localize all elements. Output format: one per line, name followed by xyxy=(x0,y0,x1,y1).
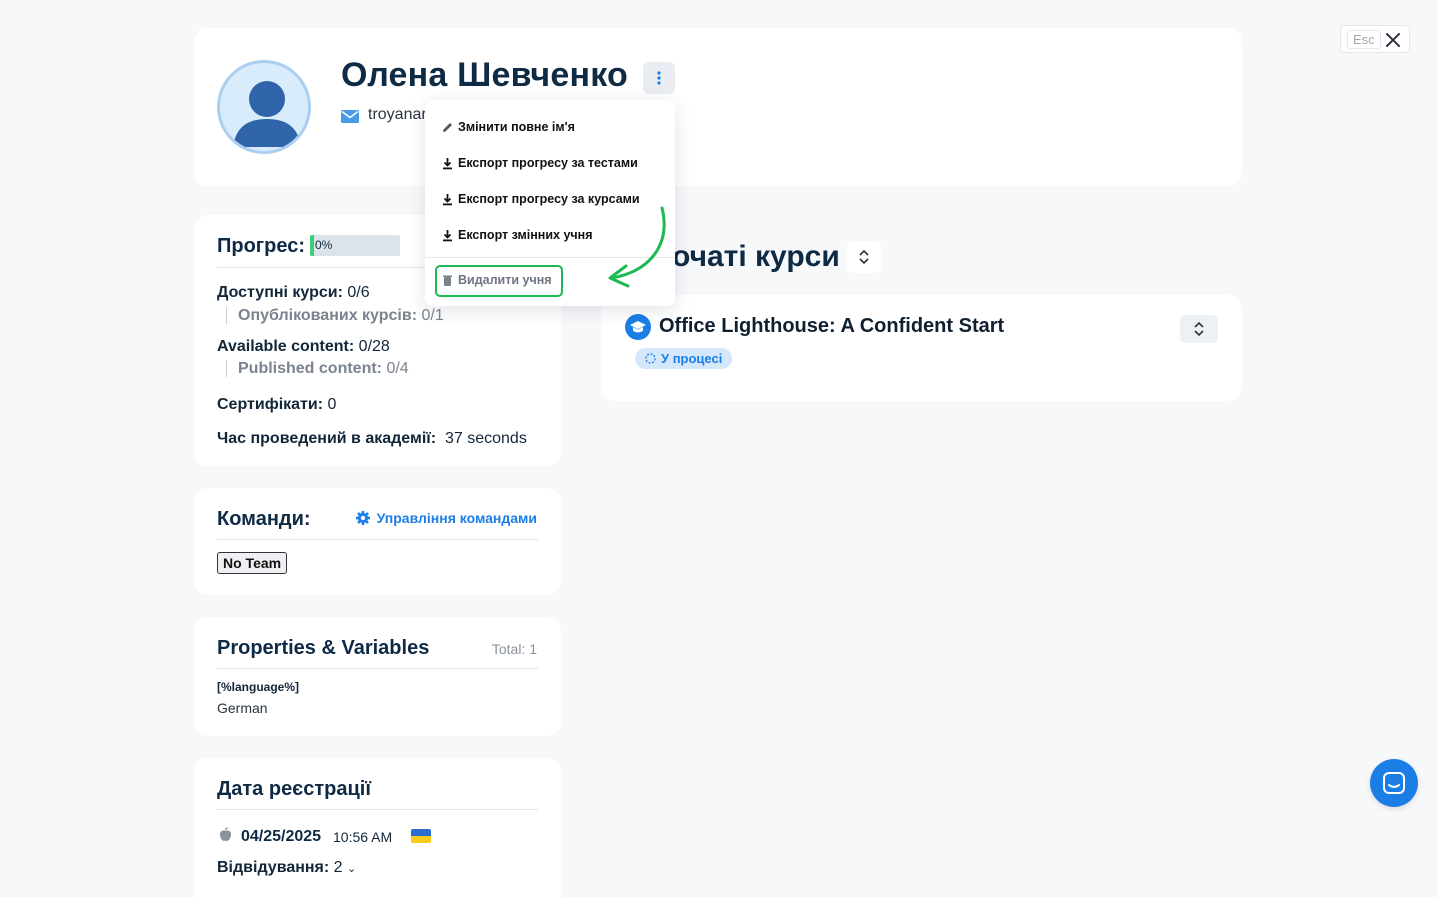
team-badge: No Team xyxy=(217,552,288,574)
close-icon[interactable] xyxy=(1383,30,1403,50)
property-value: German xyxy=(217,700,268,716)
mail-icon xyxy=(341,110,359,123)
ukraine-flag-icon xyxy=(411,829,431,843)
trash-icon xyxy=(443,275,452,286)
chevron-down-icon: ⌄ xyxy=(347,863,357,875)
apple-icon xyxy=(220,827,231,841)
divider xyxy=(217,809,538,810)
manage-teams-link[interactable]: Управління командами xyxy=(355,510,537,526)
esc-key-hint: Esc xyxy=(1347,29,1381,49)
progress-bar-label: 0% xyxy=(315,238,333,252)
avatar xyxy=(217,60,311,154)
teams-title: Команди: xyxy=(217,508,311,530)
progress-bar: 0% xyxy=(310,235,400,256)
sort-icon xyxy=(859,249,869,265)
graduation-cap-icon xyxy=(625,314,651,340)
menu-item-export-tests[interactable]: Експорт прогресу за тестами xyxy=(441,156,638,170)
registration-time: 10:56 AM xyxy=(333,829,393,845)
progress-title: Прогрес: xyxy=(217,235,305,257)
menu-item-export-variables[interactable]: Експорт змінних учня xyxy=(441,228,593,242)
in-progress-icon xyxy=(645,353,656,364)
started-courses-title: очаті курси xyxy=(672,240,840,273)
status-badge: У процесі xyxy=(635,348,733,369)
download-icon xyxy=(443,193,452,205)
teams-card: Команди: Управління командами No Team xyxy=(194,488,561,595)
annotation-arrow-icon xyxy=(608,206,666,288)
download-icon xyxy=(443,229,452,241)
visits-toggle[interactable]: Відвідування: 2 ⌄ xyxy=(217,859,356,877)
courses-sort-button[interactable] xyxy=(847,241,881,273)
chat-icon xyxy=(1383,772,1405,794)
menu-item-delete-student[interactable]: Видалити учня xyxy=(441,273,552,287)
progress-bar-fill xyxy=(310,235,314,256)
properties-total: Total: 1 xyxy=(491,641,537,657)
close-button[interactable]: Esc xyxy=(1340,25,1410,53)
chat-launcher-button[interactable] xyxy=(1370,759,1418,807)
properties-card: Properties & Variables Total: 1 [%langua… xyxy=(194,617,561,736)
menu-item-rename[interactable]: Змінити повне ім'я xyxy=(441,120,575,134)
divider xyxy=(217,539,538,540)
user-name: Олена Шевченко xyxy=(341,56,628,94)
properties-title: Properties & Variables xyxy=(217,637,430,659)
registration-title: Дата реєстрації xyxy=(217,778,371,800)
course-name[interactable]: Office Lighthouse: A Confident Start xyxy=(659,315,1004,338)
published-courses: Опублікованих курсів: 0/1 xyxy=(226,307,444,324)
profile-header-card: Олена Шевченко troyanar xyxy=(194,28,1242,186)
pencil-icon xyxy=(443,122,452,132)
user-avatar-icon xyxy=(233,81,301,147)
download-icon xyxy=(443,157,452,169)
available-content: Available content: 0/28 xyxy=(217,338,390,355)
divider xyxy=(217,668,538,669)
registration-card: Дата реєстрації 04/25/2025 10:56 AM Відв… xyxy=(194,758,561,897)
user-email: troyanar xyxy=(368,106,427,123)
available-courses: Доступні курси: 0/6 xyxy=(217,284,370,301)
more-options-button[interactable] xyxy=(643,62,675,94)
gear-icon xyxy=(355,511,370,525)
published-content: Published content: 0/4 xyxy=(226,360,409,377)
property-key: [%language%] xyxy=(217,680,300,694)
sort-icon xyxy=(1194,321,1204,337)
course-expand-button[interactable] xyxy=(1180,315,1218,343)
registration-date: 04/25/2025 xyxy=(241,828,322,845)
certificates: Сертифікати: 0 xyxy=(217,396,337,413)
kebab-icon xyxy=(657,71,661,85)
course-card[interactable]: Office Lighthouse: A Confident Start У п… xyxy=(601,295,1242,401)
time-in-academy: Час проведений в академії: 37 seconds xyxy=(217,430,527,447)
